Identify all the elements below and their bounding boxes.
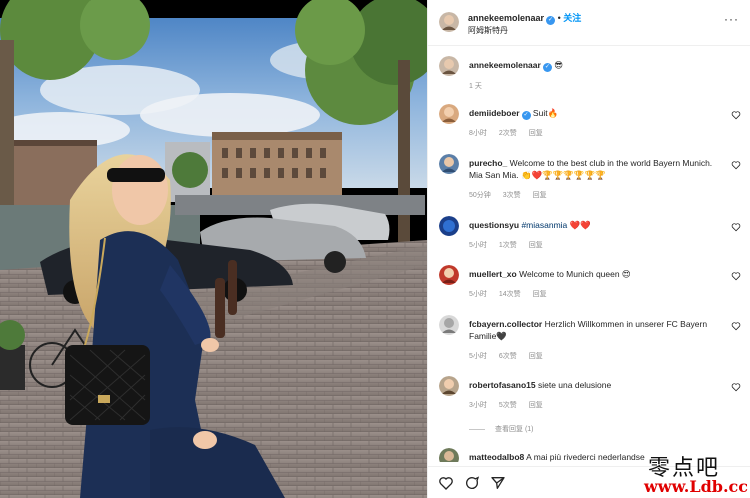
comment-time: 5小时 xyxy=(469,353,487,360)
heart-icon[interactable] xyxy=(731,222,741,232)
comment-likes[interactable]: 6次赞 xyxy=(499,353,517,360)
comment-username[interactable]: fcbayern.collector xyxy=(469,319,542,329)
verified-badge-icon: ✓ xyxy=(542,63,552,72)
share-icon[interactable] xyxy=(490,475,506,491)
comment-avatar[interactable] xyxy=(439,104,459,124)
heart-icon[interactable] xyxy=(731,271,741,281)
view-replies-label: 查看回复 (1) xyxy=(495,426,534,433)
comment-username[interactable]: purecho_ xyxy=(469,158,507,168)
heart-icon[interactable] xyxy=(438,475,454,491)
site-watermark: 零点吧 www.Ldb.cc xyxy=(625,450,750,498)
verified-badge-icon: ✓ xyxy=(521,111,531,120)
reply-button[interactable]: 回复 xyxy=(533,291,547,298)
comment-avatar[interactable] xyxy=(439,376,459,396)
comment-likes[interactable]: 1次赞 xyxy=(499,242,517,249)
post-location[interactable]: 阿姆斯特丹 xyxy=(468,25,508,36)
comment-text: Welcome to Munich queen 😍 xyxy=(519,269,631,279)
comments-panel: annekeemolenaar ✓ • 关注 阿姆斯特丹 ··· annekeem… xyxy=(427,0,750,498)
caption-time: 1 天 xyxy=(469,83,482,90)
author-username[interactable]: annekeemolenaar xyxy=(468,13,544,23)
watermark-url: www.Ldb.cc xyxy=(644,477,748,496)
comment-likes[interactable]: 5次赞 xyxy=(499,402,517,409)
comment-avatar[interactable] xyxy=(439,216,459,236)
caption-text: 😎 xyxy=(554,60,564,70)
comment-text: siete una delusione xyxy=(537,380,612,390)
replies-divider xyxy=(469,428,485,430)
comment-username[interactable]: robertofasano15 xyxy=(469,380,536,390)
heart-icon[interactable] xyxy=(731,382,741,392)
more-options-icon[interactable]: ··· xyxy=(724,12,739,26)
reply-button[interactable]: 回复 xyxy=(529,130,543,137)
heart-icon[interactable] xyxy=(731,110,741,120)
caption-username[interactable]: annekeemolenaar xyxy=(469,60,541,70)
reply-button[interactable]: 回复 xyxy=(529,402,543,409)
comment-icon[interactable] xyxy=(464,475,480,491)
author-avatar[interactable] xyxy=(439,12,459,32)
comment-avatar[interactable] xyxy=(439,265,459,285)
comment-username[interactable]: matteodalbo8 xyxy=(469,452,524,462)
comment-likes[interactable]: 2次赞 xyxy=(499,130,517,137)
comment-time: 5小时 xyxy=(469,291,487,298)
reply-button[interactable]: 回复 xyxy=(529,242,543,249)
post-header: annekeemolenaar ✓ • 关注 阿姆斯特丹 ··· xyxy=(428,0,750,46)
follow-button[interactable]: 关注 xyxy=(563,13,581,23)
comment-likes[interactable]: 14次赞 xyxy=(499,291,521,298)
reply-button[interactable]: 回复 xyxy=(529,353,543,360)
view-replies-button[interactable]: 查看回复 (1) xyxy=(469,424,534,434)
comment-username[interactable]: muellert_xo xyxy=(469,269,517,279)
comment-likes[interactable]: 3次赞 xyxy=(503,192,521,199)
comment-avatar[interactable] xyxy=(439,448,459,462)
street-photo-image xyxy=(0,0,427,498)
comment-text: Suit🔥 xyxy=(532,108,559,118)
instagram-post-view: annekeemolenaar ✓ • 关注 阿姆斯特丹 ··· annekeem… xyxy=(0,0,750,498)
comment-username[interactable]: questionsyu xyxy=(469,220,519,230)
follow-separator: • xyxy=(557,13,561,23)
verified-badge-icon: ✓ xyxy=(546,16,556,25)
comment-username[interactable]: demiideboer xyxy=(469,108,520,118)
comment-avatar[interactable] xyxy=(439,315,459,335)
comment-time: 50分钟 xyxy=(469,192,491,199)
comment-time: 8小时 xyxy=(469,130,487,137)
post-photo[interactable] xyxy=(0,0,427,498)
comment-time: 3小时 xyxy=(469,402,487,409)
comment-text: #miasanmia ❤️❤️ xyxy=(521,220,591,230)
comment-avatar[interactable] xyxy=(439,154,459,174)
heart-icon[interactable] xyxy=(731,321,741,331)
caption-avatar[interactable] xyxy=(439,56,459,76)
heart-icon[interactable] xyxy=(731,160,741,170)
reply-button[interactable]: 回复 xyxy=(533,192,547,199)
comment-time: 5小时 xyxy=(469,242,487,249)
